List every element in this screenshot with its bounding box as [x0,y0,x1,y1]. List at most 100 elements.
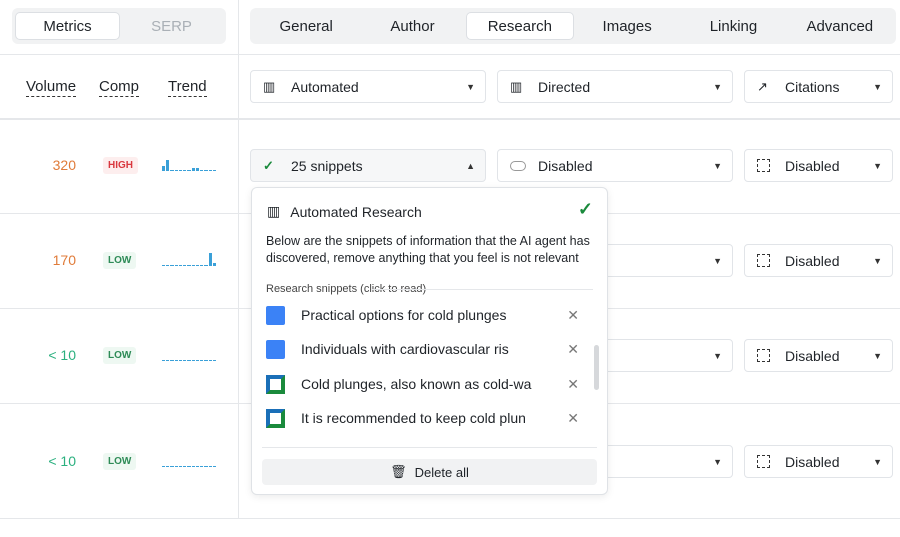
trend-bar [162,466,166,467]
snippet-item[interactable]: Individuals with cardiovascular ris ✕ [266,337,591,361]
trend-bar [191,265,195,266]
trend-bar [212,170,217,171]
site-favicon-icon [266,408,285,428]
dashed-square-icon [757,159,777,172]
check-icon: ✓ [577,199,593,219]
remove-icon[interactable]: ✕ [567,376,579,393]
tab-linking[interactable]: Linking [680,12,786,40]
remove-icon[interactable]: ✕ [567,307,579,324]
trend-bar [200,170,204,171]
site-favicon-icon [266,339,285,359]
tab-advanced[interactable]: Advanced [787,12,893,40]
trash-icon: 🗑 [390,464,407,479]
divider [262,447,597,448]
delete-all-button[interactable]: 🗑 Delete all [262,459,597,485]
trend-bar [166,466,170,467]
trend-bar [166,160,170,171]
remove-icon[interactable]: ✕ [567,341,579,358]
trend-bar [204,360,208,361]
trend-sparkline [162,253,217,266]
citations-select[interactable]: ↗ Citations ▼ [744,70,893,103]
volume-header[interactable]: Volume [26,78,77,97]
trend-bar [195,168,200,171]
volume-value: < 10 [48,453,76,469]
trend-bar [191,466,195,467]
trend-sparkline [162,159,217,171]
dashed-square-icon [757,455,777,468]
volume-value: 320 [52,157,76,173]
trend-bar [174,466,178,467]
books-icon: ▥ [263,78,276,94]
tab-research[interactable]: Research [465,12,574,40]
trend-bar [162,360,166,361]
trend-sparkline [162,455,217,467]
trend-bar [200,265,204,266]
trend-bar [204,170,208,171]
trend-bar [195,265,200,266]
caret-down-icon: ▼ [873,456,882,467]
research-select[interactable]: ✓ 25 snippets ▲ [250,149,486,182]
check-icon: ✓ [263,157,274,173]
select-label: Disabled [785,347,840,364]
automated-select[interactable]: ▥ Automated ▼ [250,70,486,103]
select-label: Directed [538,78,591,95]
snippet-item[interactable]: It is recommended to keep cold plun ✕ [266,406,591,430]
tab-general[interactable]: General [253,12,359,40]
select-label: 25 snippets [291,157,363,174]
arrow-up-right-icon: ↗ [757,78,768,94]
select-label: Automated [291,78,359,95]
citations-row-select[interactable]: Disabled ▼ [744,244,893,277]
trend-bar [174,265,178,266]
trend-bar [166,265,170,266]
trend-header[interactable]: Trend [168,78,207,97]
caret-down-icon: ▼ [873,350,882,361]
select-label: Disabled [538,157,593,174]
comp-header[interactable]: Comp [99,78,140,97]
tab-images[interactable]: Images [574,12,680,40]
trend-bar [208,466,212,467]
citations-row-select[interactable]: Disabled ▼ [744,339,893,372]
trend-bar [178,170,183,171]
tab-author[interactable]: Author [359,12,465,40]
trend-bar [187,265,191,266]
trend-bar [200,466,204,467]
caret-down-icon: ▼ [713,456,722,467]
trend-bar [174,170,178,171]
snippet-text: Individuals with cardiovascular ris [301,341,509,357]
tab-serp[interactable]: SERP [120,12,223,40]
view-toggle: Metrics SERP [12,8,226,44]
comp-badge: LOW [103,453,137,470]
trend-bar [162,166,166,171]
trend-bar [191,360,195,361]
directed-row-select[interactable]: Disabled ▼ [497,149,733,182]
trend-bar [204,466,208,467]
trend-bar [191,168,195,171]
remove-icon[interactable]: ✕ [567,410,579,427]
caret-down-icon: ▼ [713,160,722,171]
scrollbar[interactable] [594,345,599,390]
select-label: Disabled [785,252,840,269]
snippet-item[interactable]: Cold plunges, also known as cold-wa ✕ [266,372,591,396]
directed-select[interactable]: ▥ Directed ▼ [497,70,733,103]
caret-up-icon: ▲ [466,160,475,171]
caret-down-icon: ▼ [466,81,475,92]
citations-row-select[interactable]: Disabled ▼ [744,149,893,182]
trend-bar [208,170,212,171]
snippet-text: It is recommended to keep cold plun [301,410,526,426]
caret-down-icon: ▼ [713,350,722,361]
citations-row-select[interactable]: Disabled ▼ [744,445,893,478]
comp-badge: LOW [103,252,137,269]
snippet-item[interactable]: Practical options for cold plunges ✕ [266,303,591,327]
column-divider [238,0,239,519]
comp-badge: LOW [103,347,137,364]
popup-title: Automated Research [290,203,422,220]
trend-bar [178,360,183,361]
tab-metrics[interactable]: Metrics [15,12,120,40]
books-icon: ▥ [510,78,523,94]
trend-sparkline [162,349,217,361]
trend-bar [212,466,217,467]
trend-bar [195,466,200,467]
trend-bar [166,360,170,361]
automated-research-popup: ▥ Automated Research ✓ Below are the snip… [251,187,608,495]
trend-bar [212,263,217,266]
